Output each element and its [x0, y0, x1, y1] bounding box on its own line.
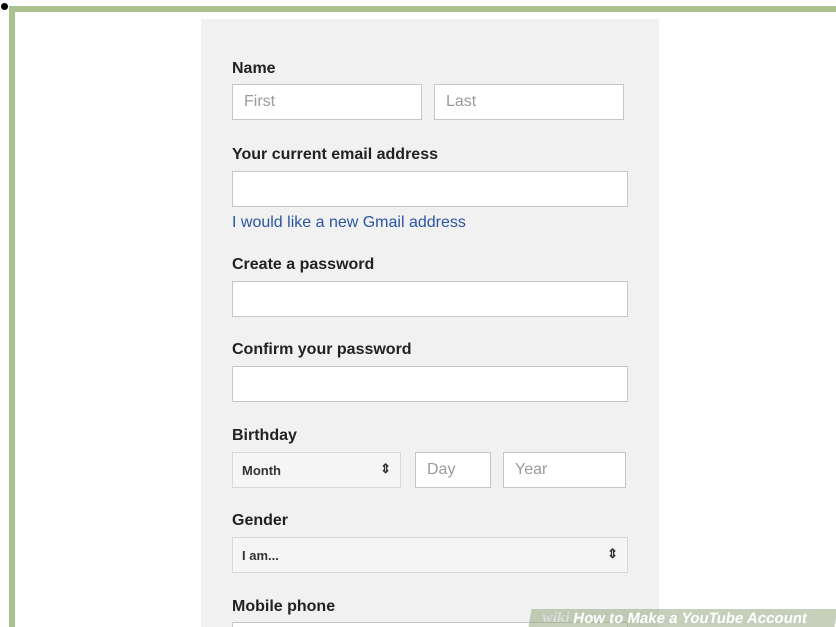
birth-day-input[interactable] — [415, 452, 491, 488]
birth-month-value: Month — [242, 462, 281, 478]
wikihow-watermark: wiki How to Make a YouTube Account — [528, 609, 836, 627]
email-label: Your current email address — [232, 146, 438, 163]
gender-label: Gender — [232, 512, 289, 529]
gender-select[interactable]: I am... ⇕ — [232, 537, 628, 573]
last-name-input[interactable] — [434, 84, 624, 120]
select-arrows-icon: ⇕ — [607, 546, 618, 561]
first-name-input[interactable] — [232, 84, 422, 120]
gender-value: I am... — [242, 547, 279, 563]
birthday-label: Birthday — [232, 427, 297, 444]
signup-form: Name Your current email address I would … — [201, 19, 659, 627]
name-label: Name — [232, 60, 276, 77]
email-input[interactable] — [232, 171, 628, 207]
image-frame: Name Your current email address I would … — [9, 6, 836, 627]
birth-year-input[interactable] — [503, 452, 626, 488]
password-input[interactable] — [232, 281, 628, 317]
password-label: Create a password — [232, 256, 375, 273]
confirm-password-input[interactable] — [232, 366, 628, 402]
birth-month-select[interactable]: Month ⇕ — [232, 452, 401, 488]
select-arrows-icon: ⇕ — [380, 461, 391, 476]
wikihow-logo: wiki — [540, 609, 572, 626]
watermark-title: How to Make a YouTube Account — [572, 609, 809, 627]
new-gmail-link[interactable]: I would like a new Gmail address — [232, 214, 466, 232]
bullet-dot — [1, 3, 8, 10]
mobile-phone-label: Mobile phone — [232, 598, 336, 615]
confirm-password-label: Confirm your password — [232, 341, 412, 358]
